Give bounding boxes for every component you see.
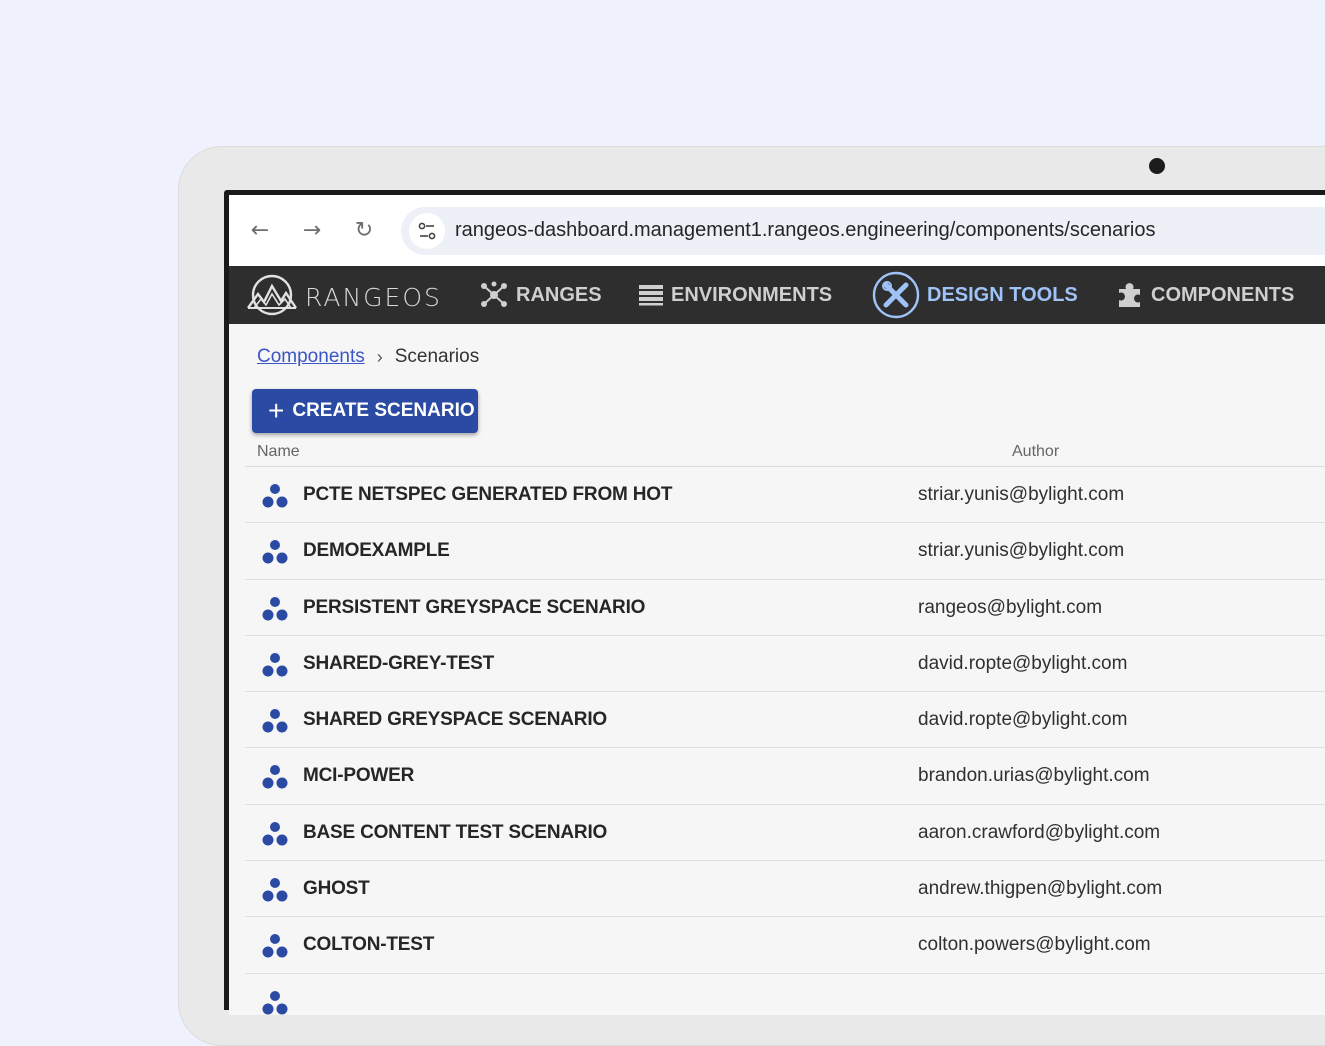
breadcrumb-current: Scenarios: [394, 346, 480, 367]
scenario-author: andrew.thigpen@bylight.com: [918, 878, 1163, 900]
create-scenario-button[interactable]: + CREATE SCENARIO: [252, 389, 478, 433]
design-tools-icon: [872, 271, 920, 319]
nav-environments-label: ENVIRONMENTS: [671, 283, 833, 306]
table-row[interactable]: PERSISTENT GREYSPACE SCENARIO rangeos@byl…: [245, 580, 1325, 636]
nav-ranges[interactable]: RANGES: [479, 266, 602, 324]
table-row[interactable]: GHOST andrew.thigpen@bylight.com: [245, 861, 1325, 918]
scenario-name[interactable]: SHARED GREYSPACE SCENARIO: [303, 709, 607, 731]
rangeos-logo-icon[interactable]: [245, 274, 299, 321]
column-header-author[interactable]: Author: [1012, 443, 1059, 461]
scenario-icon: [261, 820, 289, 853]
scenario-icon: [261, 876, 289, 909]
site-settings-icon[interactable]: [409, 213, 445, 249]
scenario-author: david.ropte@bylight.com: [918, 709, 1128, 731]
forward-icon[interactable]: →: [298, 217, 326, 245]
table-row[interactable]: SHARED GREYSPACE SCENARIO david.ropte@byl…: [245, 692, 1325, 749]
nav-ranges-label: RANGES: [516, 283, 602, 306]
list-icon: [639, 285, 663, 306]
address-bar[interactable]: rangeos-dashboard.management1.rangeos.en…: [401, 207, 1325, 255]
scenario-icon: [261, 595, 289, 628]
scenario-author: rangeos@bylight.com: [918, 596, 1103, 618]
create-scenario-label: CREATE SCENARIO: [292, 400, 475, 421]
browser-window: ← → ↻ rangeos-dashboard.management1.rang…: [229, 195, 1325, 1015]
app-header: RANGEOS RANGES ENVIRONMENTS DESIGN TOOLS…: [229, 266, 1325, 324]
scenario-name[interactable]: MCI-POWER: [303, 765, 414, 787]
scenario-name[interactable]: BASE CONTENT TEST SCENARIO: [303, 822, 607, 844]
scenario-author: aaron.crawford@bylight.com: [918, 821, 1161, 843]
nav-environments[interactable]: ENVIRONMENTS: [638, 266, 832, 324]
scenario-icon: [261, 932, 289, 965]
nav-design-tools[interactable]: DESIGN TOOLS: [872, 266, 1078, 324]
camera-dot: [1149, 158, 1165, 174]
scenario-name[interactable]: PCTE NETSPEC GENERATED FROM HOT: [303, 484, 672, 506]
scenario-author: david.ropte@bylight.com: [918, 652, 1128, 674]
puzzle-icon: [1119, 283, 1140, 307]
browser-toolbar: ← → ↻ rangeos-dashboard.management1.rang…: [229, 195, 1325, 266]
scenario-name[interactable]: COLTON-TEST: [303, 934, 434, 956]
scenario-icon: [261, 651, 289, 684]
table-row[interactable]: PCTE NETSPEC GENERATED FROM HOT striar.yu…: [245, 467, 1325, 524]
main-content: Components › Scenarios + CREATE SCENARIO…: [229, 324, 1325, 1015]
scenario-name[interactable]: PERSISTENT GREYSPACE SCENARIO: [303, 597, 645, 619]
scenario-icon: [261, 707, 289, 740]
back-icon[interactable]: ←: [246, 217, 274, 245]
breadcrumb-separator: ›: [376, 346, 383, 367]
url-text[interactable]: rangeos-dashboard.management1.rangeos.en…: [455, 219, 1155, 242]
scenario-name[interactable]: DEMOEXAMPLE: [303, 540, 450, 562]
scenario-table: PCTE NETSPEC GENERATED FROM HOT striar.yu…: [245, 467, 1325, 1015]
scenario-author: striar.yunis@bylight.com: [918, 540, 1125, 562]
scenario-icon: [261, 538, 289, 571]
column-header-name[interactable]: Name: [257, 443, 300, 461]
scenario-name[interactable]: GHOST: [303, 878, 370, 900]
table-row[interactable]: COLTON-TEST colton.powers@bylight.com: [245, 917, 1325, 974]
table-row-partial: [245, 974, 1325, 1015]
nav-design-tools-label: DESIGN TOOLS: [927, 283, 1078, 306]
breadcrumb-link-components[interactable]: Components: [257, 346, 365, 368]
scenario-name[interactable]: SHARED-GREY-TEST: [303, 653, 494, 675]
table-row[interactable]: DEMOEXAMPLE striar.yunis@bylight.com: [245, 523, 1325, 580]
scenario-author: brandon.urias@bylight.com: [918, 765, 1150, 787]
scenario-icon: [261, 482, 289, 515]
ranges-icon: [481, 281, 507, 307]
breadcrumb: Components › Scenarios: [257, 346, 479, 368]
reload-icon[interactable]: ↻: [350, 217, 378, 245]
table-row[interactable]: MCI-POWER brandon.urias@bylight.com: [245, 748, 1325, 805]
scenario-author: colton.powers@bylight.com: [918, 934, 1151, 956]
plus-icon: +: [268, 395, 285, 426]
scenario-icon: [261, 763, 289, 796]
scenario-author: striar.yunis@bylight.com: [918, 484, 1125, 505]
table-row[interactable]: BASE CONTENT TEST SCENARIO aaron.crawford…: [245, 805, 1325, 862]
nav-components[interactable]: COMPONENTS: [1116, 266, 1294, 324]
logo-text: RANGEOS: [305, 283, 442, 312]
nav-components-label: COMPONENTS: [1151, 283, 1295, 306]
table-row[interactable]: SHARED-GREY-TEST david.ropte@bylight.com: [245, 636, 1325, 693]
